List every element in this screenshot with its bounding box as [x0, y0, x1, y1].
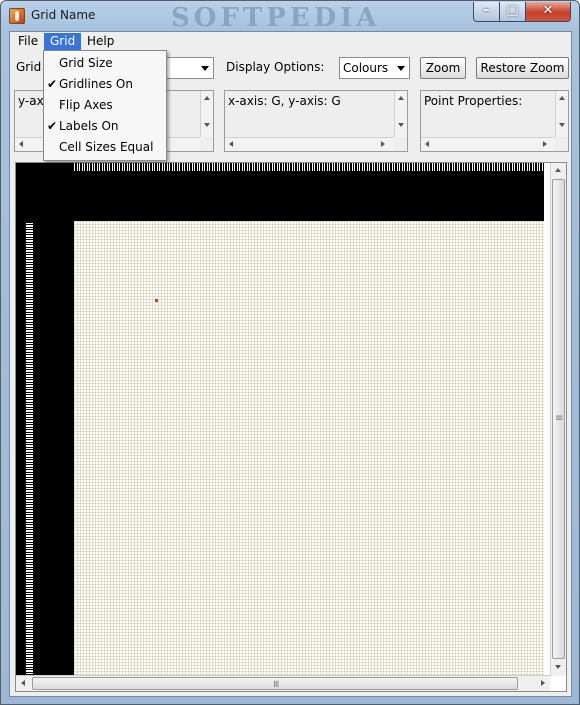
- scroll-down-icon[interactable]: [555, 665, 561, 669]
- point-properties-text: Point Properties:: [424, 94, 523, 108]
- display-options-value: Colours: [343, 61, 389, 75]
- display-options-select[interactable]: Colours: [339, 57, 410, 79]
- scroll-right-icon[interactable]: [543, 141, 547, 147]
- grip-icon: ≡: [270, 679, 282, 689]
- check-icon: ✔: [47, 77, 58, 91]
- x-axis-label-band: [16, 163, 550, 221]
- scroll-left-icon[interactable]: [425, 141, 429, 147]
- scroll-right-icon[interactable]: [381, 141, 385, 147]
- close-button[interactable]: ✕: [525, 2, 571, 22]
- menu-bar: File Grid Help: [10, 32, 571, 52]
- x-axis-labels: [72, 163, 550, 171]
- minimize-button[interactable]: –: [473, 2, 500, 22]
- vertical-scrollbar[interactable]: [200, 91, 213, 137]
- watermark: SOFTPEDIA: [171, 3, 381, 33]
- grid-view[interactable]: ≡ ≡: [15, 162, 567, 692]
- grid-select[interactable]: [162, 57, 214, 79]
- zoom-button[interactable]: Zoom: [420, 57, 466, 79]
- scroll-right-icon[interactable]: [541, 680, 545, 686]
- scroll-up-icon[interactable]: [559, 96, 565, 100]
- restore-zoom-button[interactable]: Restore Zoom: [476, 57, 569, 79]
- window-title: Grid Name: [31, 8, 96, 22]
- menu-item-labels-on[interactable]: ✔ Labels On: [44, 116, 166, 137]
- menu-grid[interactable]: Grid: [44, 33, 82, 51]
- grid-horizontal-scrollbar[interactable]: ≡: [16, 675, 550, 691]
- horizontal-scrollbar[interactable]: [421, 137, 555, 151]
- scroll-left-icon[interactable]: [19, 141, 23, 147]
- grid-vertical-scrollbar[interactable]: ≡: [550, 163, 566, 676]
- scroll-up-icon[interactable]: [204, 96, 210, 100]
- scroll-up-icon[interactable]: [398, 96, 404, 100]
- close-icon: ✕: [542, 3, 554, 18]
- maximize-button[interactable]: □: [499, 2, 526, 22]
- scroll-down-icon[interactable]: [204, 123, 210, 127]
- display-options-label: Display Options:: [226, 60, 325, 74]
- application-window: Grid Name SOFTPEDIA – □ ✕ File Grid Help…: [0, 0, 580, 705]
- maximize-icon: □: [506, 3, 519, 18]
- menu-item-cell-sizes-equal[interactable]: Cell Sizes Equal: [44, 137, 166, 158]
- scroll-left-icon[interactable]: [229, 141, 233, 147]
- scroll-down-icon[interactable]: [559, 123, 565, 127]
- horizontal-scrollbar[interactable]: [225, 137, 394, 151]
- menu-help[interactable]: Help: [81, 33, 120, 51]
- chevron-down-icon: [397, 66, 405, 71]
- grip-icon: ≡: [555, 413, 564, 424]
- menu-item-flip-axes[interactable]: Flip Axes: [44, 95, 166, 116]
- scroll-left-icon[interactable]: [21, 680, 25, 686]
- scroll-thumb[interactable]: ≡: [552, 179, 565, 659]
- vertical-scrollbar[interactable]: [394, 91, 407, 137]
- menu-item-grid-size[interactable]: Grid Size: [44, 53, 166, 74]
- grid-label: Grid: [16, 60, 42, 74]
- y-axis-labels: [26, 223, 33, 676]
- vertical-scrollbar[interactable]: [555, 91, 568, 137]
- scroll-down-icon[interactable]: [398, 123, 404, 127]
- chevron-down-icon: [201, 66, 209, 71]
- title-bar[interactable]: Grid Name SOFTPEDIA – □ ✕: [1, 1, 579, 33]
- grid-cells[interactable]: [74, 221, 544, 676]
- grid-menu-dropdown: Grid Size ✔ Gridlines On Flip Axes ✔ Lab…: [43, 50, 167, 161]
- axis-selection-pane[interactable]: x-axis: G, y-axis: G: [224, 90, 408, 152]
- check-icon: ✔: [47, 119, 58, 133]
- java-app-icon: [9, 8, 25, 24]
- grid-canvas[interactable]: [16, 163, 550, 676]
- menu-file[interactable]: File: [12, 33, 44, 51]
- axis-selection-text: x-axis: G, y-axis: G: [228, 94, 341, 108]
- scroll-up-icon[interactable]: [555, 168, 561, 172]
- y-axis-label-band: [16, 163, 74, 676]
- minimize-icon: –: [483, 3, 490, 18]
- point-properties-pane[interactable]: Point Properties:: [420, 90, 569, 152]
- menu-item-gridlines-on[interactable]: ✔ Gridlines On: [44, 74, 166, 95]
- point-marker: [155, 299, 158, 302]
- scroll-thumb[interactable]: ≡: [32, 677, 518, 690]
